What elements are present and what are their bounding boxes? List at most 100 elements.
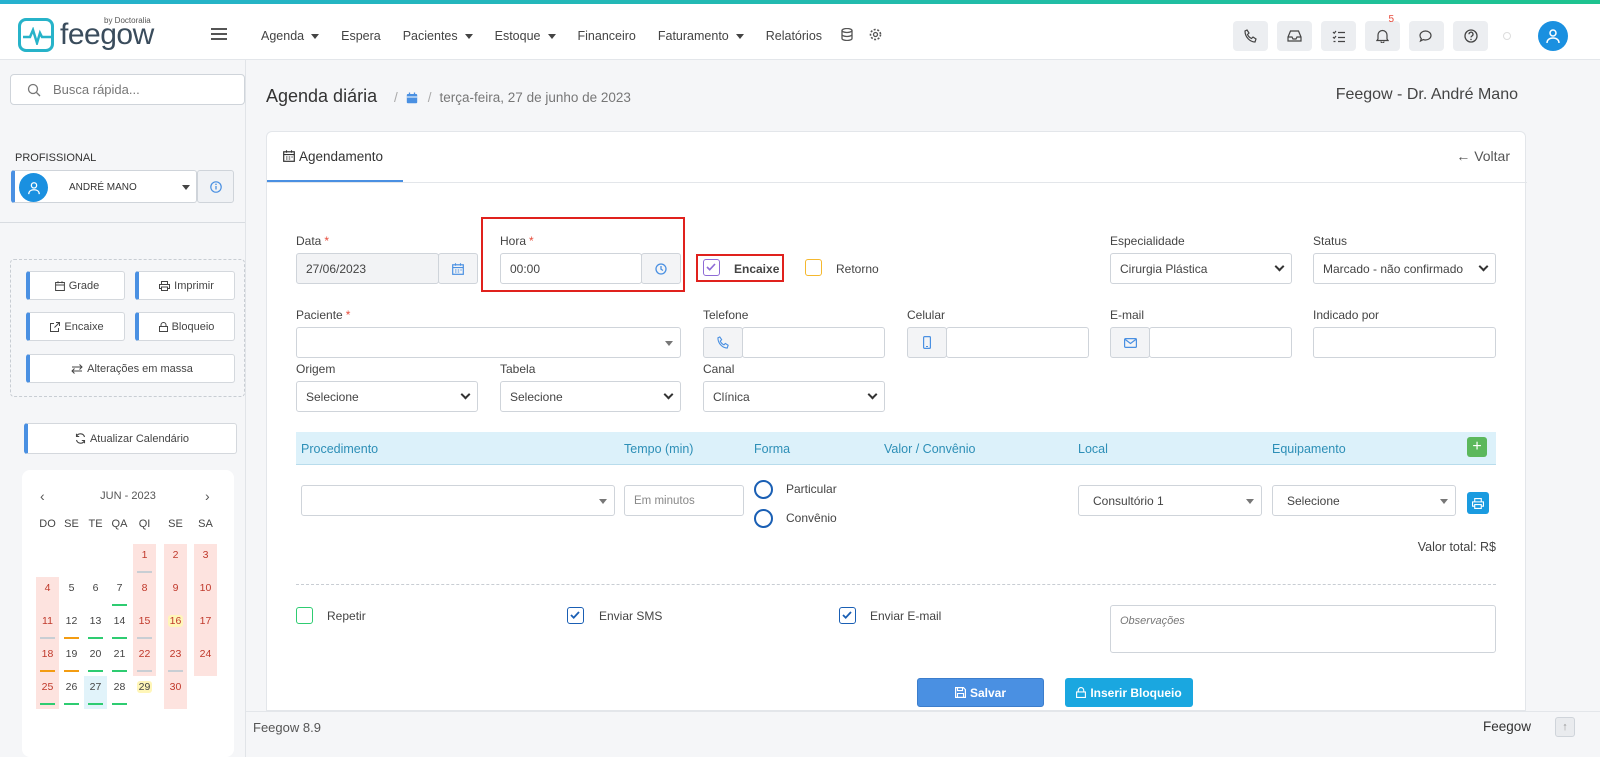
calendar-day-number: 10: [199, 582, 212, 594]
tab-agendamento[interactable]: Agendamento: [267, 132, 403, 182]
indicado-input[interactable]: [1313, 327, 1496, 358]
menu-toggle-icon[interactable]: [211, 28, 227, 40]
calendar-day[interactable]: 16: [164, 610, 187, 643]
observacoes-textarea[interactable]: Observações: [1110, 605, 1496, 653]
inbox-button[interactable]: [1277, 21, 1312, 51]
nav-financeiro[interactable]: Financeiro: [567, 29, 647, 43]
calendar-day[interactable]: 12: [60, 610, 83, 643]
nav-agenda[interactable]: Agenda: [250, 29, 330, 43]
calendar-day[interactable]: 18: [36, 643, 59, 676]
sms-checkbox[interactable]: [567, 607, 584, 624]
calendar-day[interactable]: 28: [108, 676, 131, 709]
equipamento-select[interactable]: Selecione: [1272, 485, 1456, 516]
calendar-day[interactable]: 15: [133, 610, 156, 643]
calendar-day[interactable]: 21: [108, 643, 131, 676]
tasks-button[interactable]: [1321, 21, 1356, 51]
checklist-icon: [1332, 30, 1345, 42]
calendar-day[interactable]: 9: [164, 577, 187, 610]
calendar-day[interactable]: 20: [84, 643, 107, 676]
database-icon[interactable]: [833, 27, 861, 44]
origem-select[interactable]: Selecione: [296, 381, 478, 412]
bulk-changes-button[interactable]: Alterações em massa: [26, 354, 235, 383]
tempo-input[interactable]: Em minutos: [624, 485, 744, 516]
email-checkbox[interactable]: [839, 607, 856, 624]
calendar-day[interactable]: 26: [60, 676, 83, 709]
telefone-input[interactable]: [742, 327, 885, 358]
professional-info-button[interactable]: [197, 170, 234, 203]
nav-estoque[interactable]: Estoque: [484, 29, 567, 43]
calendar-day[interactable]: 11: [36, 610, 59, 643]
user-avatar[interactable]: [1538, 21, 1568, 51]
time-picker-button[interactable]: [641, 253, 681, 284]
calendar-day[interactable]: 23: [164, 643, 187, 676]
calendar-day[interactable]: 4: [36, 577, 59, 610]
feegow-logo[interactable]: by Doctoralia feegow: [18, 16, 168, 56]
calendar-day[interactable]: 2: [164, 544, 187, 577]
help-button[interactable]: [1453, 21, 1488, 51]
professional-select[interactable]: ANDRÉ MANO: [11, 170, 197, 203]
date-input[interactable]: 27/06/2023: [296, 253, 439, 284]
save-button[interactable]: Salvar: [917, 678, 1044, 707]
local-select[interactable]: Consultório 1: [1078, 485, 1262, 516]
time-input[interactable]: 00:00: [500, 253, 642, 284]
calendar-day[interactable]: 13: [84, 610, 107, 643]
insert-block-button[interactable]: Inserir Bloqueio: [1065, 678, 1193, 707]
calendar-day[interactable]: 29: [133, 676, 156, 709]
chat-button[interactable]: [1409, 21, 1444, 51]
chevron-right-icon[interactable]: ›: [205, 488, 210, 504]
procedure-select[interactable]: [301, 485, 615, 516]
calendar-day[interactable]: 24: [194, 643, 217, 676]
celular-input[interactable]: [946, 327, 1089, 358]
calendar-day[interactable]: 22: [133, 643, 156, 676]
grade-button[interactable]: Grade: [26, 271, 125, 300]
search-placeholder: Busca rápida...: [53, 82, 140, 97]
calendar-day[interactable]: 3: [194, 544, 217, 577]
calendar-day[interactable]: 25: [36, 676, 59, 709]
calendar-day[interactable]: 30: [164, 676, 187, 709]
encaixe-button[interactable]: Encaixe: [26, 312, 125, 341]
notifications-button[interactable]: 5: [1365, 14, 1400, 51]
scroll-top-icon[interactable]: ↑: [1555, 717, 1575, 737]
add-procedure-button[interactable]: +: [1467, 437, 1487, 457]
nav-faturamento[interactable]: Faturamento: [647, 29, 755, 43]
calendar-day[interactable]: 1: [133, 544, 156, 577]
phone-button[interactable]: [1233, 21, 1268, 51]
calendar-day[interactable]: 7: [108, 577, 131, 610]
nav-relatorios[interactable]: Relatórios: [755, 29, 833, 43]
calendar-day[interactable]: 14: [108, 610, 131, 643]
patient-select[interactable]: [296, 327, 681, 358]
calendar-day[interactable]: 5: [60, 577, 83, 610]
footer: Feegow 8.9 Feegow ↑: [246, 711, 1600, 741]
repetir-checkbox[interactable]: [296, 607, 313, 624]
bloqueio-button[interactable]: Bloqueio: [135, 312, 235, 341]
email-input[interactable]: [1149, 327, 1292, 358]
calendar-day[interactable]: 10: [194, 577, 217, 610]
encaixe-checkbox[interactable]: [703, 259, 720, 276]
gear-icon[interactable]: [861, 28, 890, 44]
especialidade-select[interactable]: Cirurgia Plástica: [1110, 253, 1292, 284]
nav-pacientes[interactable]: Pacientes: [392, 29, 484, 43]
print-button[interactable]: Imprimir: [135, 271, 235, 300]
status-select[interactable]: Marcado - não confirmado: [1313, 253, 1496, 284]
nav-espera[interactable]: Espera: [330, 29, 392, 43]
convenio-radio[interactable]: [754, 509, 773, 528]
back-button[interactable]: ← Voltar: [1456, 148, 1510, 164]
calendar-day[interactable]: 6: [84, 577, 107, 610]
refresh-calendar-button[interactable]: Atualizar Calendário: [24, 423, 237, 454]
canal-select[interactable]: Clínica: [703, 381, 885, 412]
date-picker-button[interactable]: [438, 253, 478, 284]
required-mark: *: [324, 234, 330, 248]
calendar-icon: [54, 280, 65, 291]
tabela-select[interactable]: Selecione: [500, 381, 681, 412]
nav-estoque-label: Estoque: [494, 29, 541, 43]
particular-radio[interactable]: [754, 480, 773, 499]
calendar-day[interactable]: 17: [194, 610, 217, 643]
calendar-day[interactable]: 19: [60, 643, 83, 676]
quick-search-input[interactable]: Busca rápida...: [10, 74, 245, 105]
caret-down-icon: [1440, 499, 1448, 504]
retorno-checkbox[interactable]: [805, 259, 822, 276]
calendar-day[interactable]: 8: [133, 577, 156, 610]
print-procedure-button[interactable]: [1467, 492, 1489, 514]
calendar-icon[interactable]: [406, 92, 418, 104]
calendar-day[interactable]: 27: [84, 676, 107, 709]
